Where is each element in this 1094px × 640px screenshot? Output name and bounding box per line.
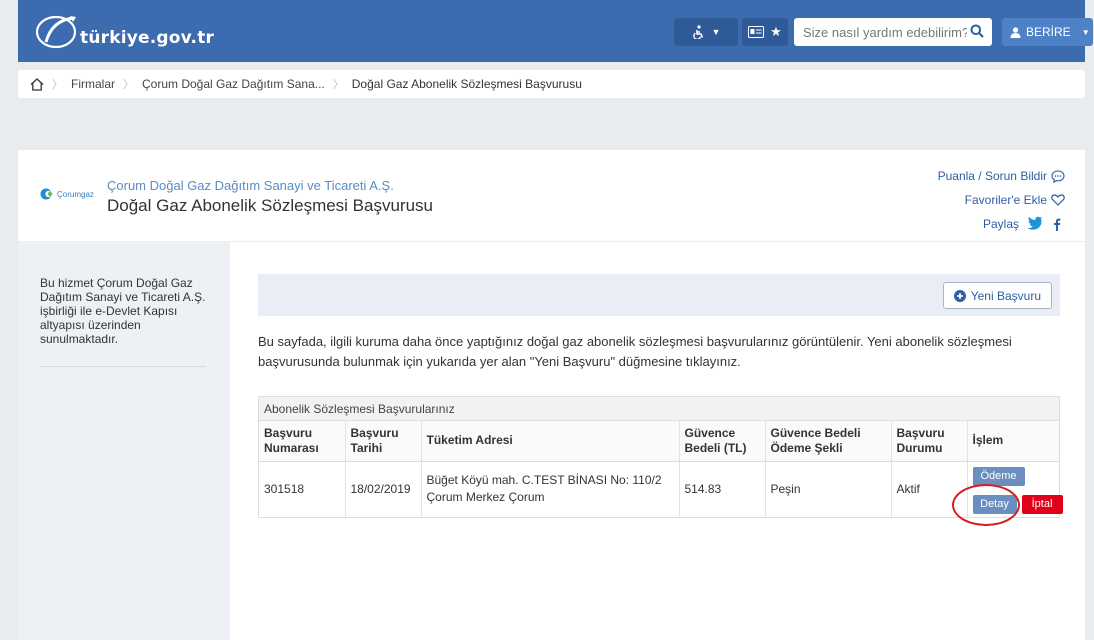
plus-circle-icon: [953, 289, 966, 302]
id-card-icon: [748, 26, 765, 38]
column-header: Başvuru Tarihi: [345, 421, 422, 462]
chevron-down-icon: ▼: [1081, 27, 1090, 37]
breadcrumb-separator: 〉: [123, 79, 134, 91]
column-header: Başvuru Numarası: [259, 421, 346, 462]
user-icon: [1010, 26, 1021, 38]
star-icon: ★: [770, 24, 782, 39]
search-icon[interactable]: [970, 24, 984, 38]
breadcrumb: 〉 Firmalar 〉 Çorum Doğal Gaz Dağıtım San…: [18, 70, 1085, 98]
cell-payment-method: Peşin: [765, 461, 892, 517]
site-logo[interactable]: türkiye.gov.tr: [32, 12, 222, 52]
new-application-button[interactable]: Yeni Başvuru: [942, 282, 1052, 309]
breadcrumb-separator: 〉: [332, 79, 344, 91]
table-row: 301518 18/02/2019 Büğet Köyü mah. C.TEST…: [259, 461, 1063, 526]
cell-deposit: 514.83: [679, 461, 766, 517]
column-header: İşlem: [967, 421, 1059, 462]
logo-emblem-icon: [35, 15, 77, 49]
chevron-down-icon: ▼: [711, 27, 721, 37]
breadcrumb-firmalar[interactable]: Firmalar: [71, 77, 115, 91]
breadcrumb-company[interactable]: Çorum Doğal Gaz Dağıtım Sana...: [142, 77, 325, 91]
cancel-button[interactable]: İptal: [1021, 494, 1063, 514]
column-header: Güvence Bedeli (TL): [679, 421, 766, 462]
breadcrumb-separator: 〉: [52, 79, 63, 91]
cell-actions: Ödeme Detay İptal: [951, 461, 1063, 526]
info-paragraph: Bu sayfada, ilgili kuruma daha önce yapt…: [258, 334, 1012, 369]
cell-status: Aktif: [891, 461, 968, 517]
table-header-row: Başvuru Numarası Başvuru Tarihi Tüketim …: [259, 421, 1059, 462]
action-bar: Yeni Başvuru: [258, 274, 1060, 316]
new-application-label: Yeni Başvuru: [970, 288, 1041, 303]
favorites-button[interactable]: ★: [742, 18, 788, 46]
detail-button[interactable]: Detay: [972, 494, 1017, 514]
applications-table: Abonelik Sözleşmesi Başvurularınız Başvu…: [258, 396, 1063, 526]
cell-number: 301518: [259, 461, 346, 517]
table-caption: Abonelik Sözleşmesi Başvurularınız: [259, 397, 1059, 421]
user-name: BERİRE: [1026, 25, 1071, 39]
pay-button[interactable]: Ödeme: [972, 466, 1025, 486]
accessibility-icon: [692, 25, 703, 39]
cell-address: Büğet Köyü mah. C.TEST BİNASI No: 110/2 …: [421, 461, 680, 517]
accessibility-button[interactable]: ▼: [674, 18, 738, 46]
column-header: Tüketim Adresi: [421, 421, 680, 462]
top-navbar: türkiye.gov.tr ▼ ★ BERİRE ▼: [18, 0, 1093, 62]
column-header: Güvence Bedeli Ödeme Şekli: [765, 421, 892, 462]
breadcrumb-current: Doğal Gaz Abonelik Sözleşmesi Başvurusu: [351, 77, 582, 91]
cell-date: 18/02/2019: [345, 461, 422, 517]
search-input[interactable]: [803, 24, 967, 40]
column-header: Başvuru Durumu: [891, 421, 968, 462]
user-menu-button[interactable]: BERİRE ▼: [1002, 18, 1093, 46]
content-area: Yeni Başvuru Bu sayfada, ilgili kuruma d…: [18, 150, 1085, 640]
search-box: [794, 18, 992, 46]
home-icon[interactable]: [30, 77, 44, 91]
logo-text: türkiye.gov.tr: [80, 28, 215, 48]
